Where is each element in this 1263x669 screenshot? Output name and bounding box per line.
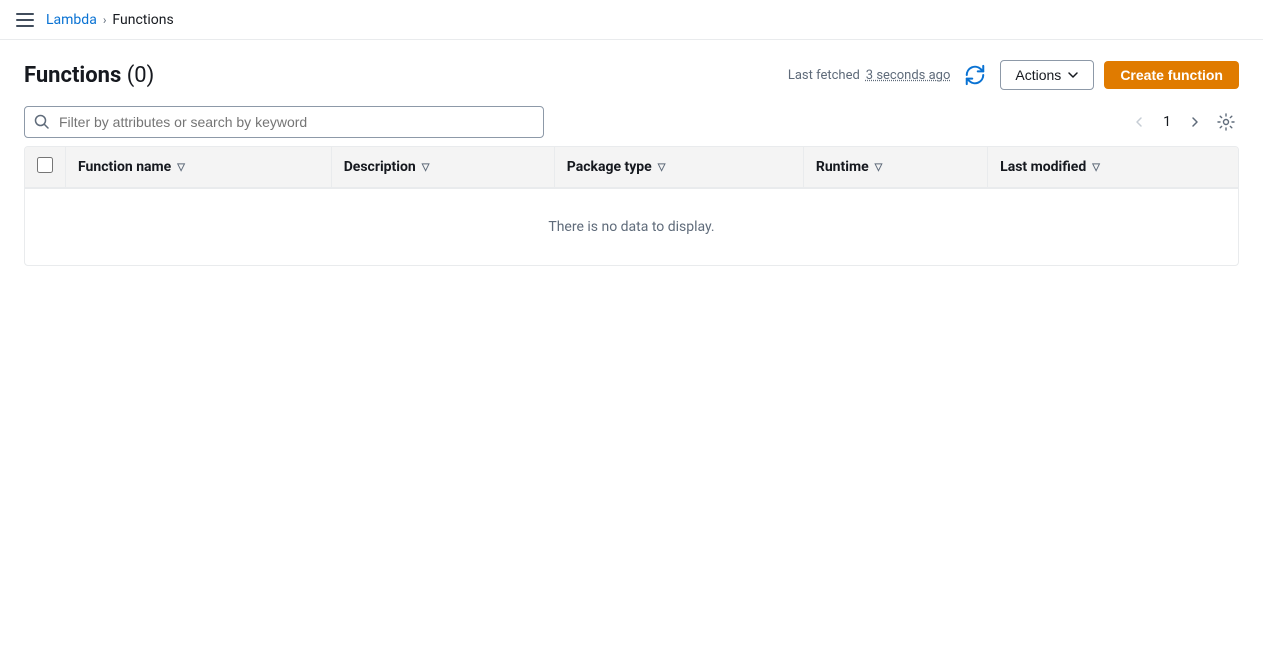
- header-actions: Last fetched 3 seconds ago Actions Creat…: [788, 60, 1239, 90]
- sort-package-type-icon: ▽: [658, 162, 666, 173]
- table-settings-button[interactable]: [1213, 109, 1239, 135]
- breadcrumb: Lambda › Functions: [46, 12, 174, 28]
- breadcrumb-separator: ›: [103, 13, 107, 27]
- empty-state-message: There is no data to display.: [25, 188, 1238, 265]
- sort-description-icon: ▽: [422, 162, 430, 173]
- functions-table-container: Function name ▽ Description ▽ Package ty…: [24, 146, 1239, 266]
- search-row: 1: [24, 106, 1239, 138]
- column-function-name[interactable]: Function name ▽: [66, 147, 332, 188]
- chevron-left-icon: [1131, 114, 1147, 130]
- settings-icon: [1217, 113, 1235, 131]
- column-last-modified[interactable]: Last modified ▽: [988, 147, 1238, 188]
- last-fetched-info: Last fetched 3 seconds ago: [788, 68, 951, 83]
- page-title: Functions (0): [24, 63, 154, 88]
- search-icon: [34, 114, 50, 130]
- chevron-down-icon: [1067, 69, 1079, 81]
- last-fetched-time: 3 seconds ago: [866, 68, 951, 83]
- page-title-count: (0): [127, 63, 155, 88]
- select-all-checkbox[interactable]: [37, 157, 53, 173]
- column-package-type[interactable]: Package type ▽: [554, 147, 803, 188]
- create-function-button[interactable]: Create function: [1104, 61, 1239, 89]
- column-description[interactable]: Description ▽: [331, 147, 554, 188]
- page-number: 1: [1157, 112, 1177, 132]
- column-runtime[interactable]: Runtime ▽: [803, 147, 987, 188]
- top-nav: Lambda › Functions: [0, 0, 1263, 40]
- pagination-prev-button[interactable]: [1127, 110, 1151, 134]
- pagination-controls: 1: [1127, 109, 1239, 135]
- chevron-right-icon: [1187, 114, 1203, 130]
- table-header-row: Function name ▽ Description ▽ Package ty…: [25, 147, 1238, 188]
- breadcrumb-lambda-link[interactable]: Lambda: [46, 12, 97, 28]
- hamburger-menu-icon[interactable]: [16, 13, 34, 27]
- breadcrumb-current: Functions: [112, 12, 173, 28]
- sort-runtime-icon: ▽: [875, 162, 883, 173]
- refresh-button[interactable]: [960, 60, 990, 90]
- select-all-column: [25, 147, 66, 188]
- sort-function-name-icon: ▽: [177, 162, 185, 173]
- main-content: Functions (0) Last fetched 3 seconds ago…: [0, 40, 1263, 286]
- search-input[interactable]: [24, 106, 544, 138]
- page-header: Functions (0) Last fetched 3 seconds ago…: [24, 60, 1239, 90]
- refresh-icon: [964, 64, 986, 86]
- empty-state-row: There is no data to display.: [25, 188, 1238, 265]
- functions-table: Function name ▽ Description ▽ Package ty…: [25, 147, 1238, 265]
- actions-button[interactable]: Actions: [1000, 60, 1094, 90]
- pagination-next-button[interactable]: [1183, 110, 1207, 134]
- search-container: [24, 106, 544, 138]
- sort-last-modified-icon: ▽: [1092, 162, 1100, 173]
